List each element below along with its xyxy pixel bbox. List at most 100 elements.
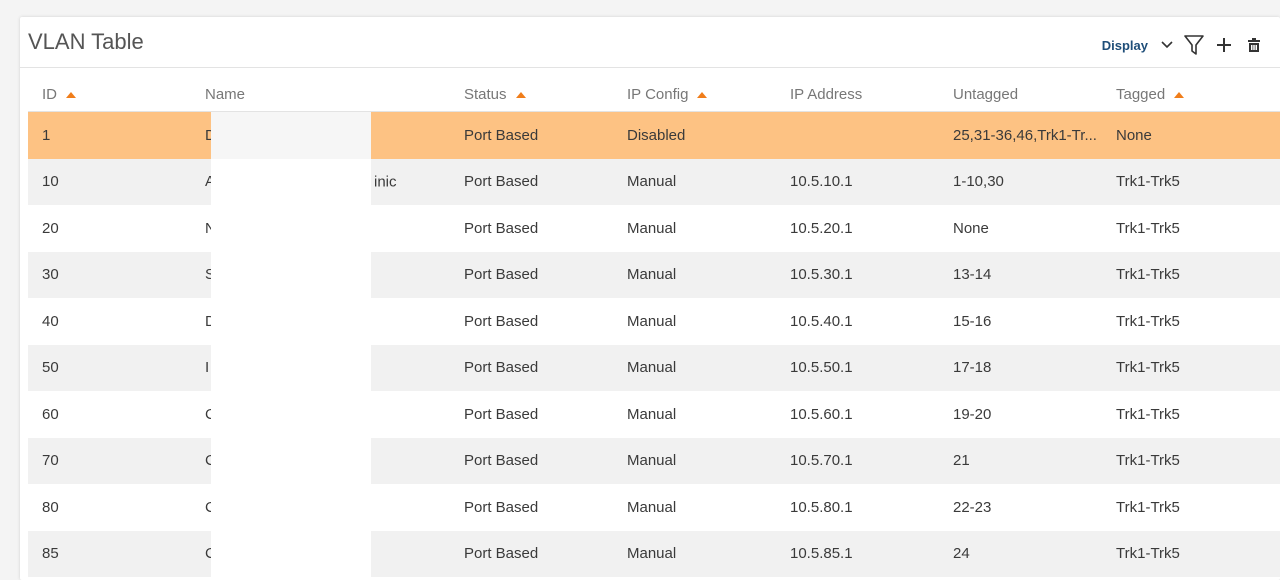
cell-name: I (191, 344, 450, 391)
cell-ip-config: Manual (613, 484, 776, 531)
cell-untagged: 17-18 (939, 344, 1102, 391)
cell-ip-config: Disabled (613, 111, 776, 159)
cell-id: 85 (28, 530, 191, 577)
cell-name: N (191, 205, 450, 252)
cell-status: Port Based (450, 391, 613, 438)
cell-id: 80 (28, 484, 191, 531)
sort-up-icon (66, 91, 76, 98)
column-header-id[interactable]: ID (28, 77, 191, 112)
column-header-status[interactable]: Status (450, 77, 613, 112)
column-header-tagged[interactable]: Tagged (1102, 77, 1280, 112)
cell-tagged: Trk1-Trk5 (1102, 251, 1280, 298)
vlan-table-wrapper: ID Name Status IP Config IP Address Untagged T… (28, 77, 1280, 577)
cell-untagged: 24 (939, 530, 1102, 577)
cell-tagged: None (1102, 111, 1280, 159)
cell-ip-address: 10.5.50.1 (776, 344, 939, 391)
redaction-block (211, 484, 371, 531)
sort-up-icon (697, 91, 708, 98)
cell-name: Ainic (191, 158, 450, 205)
cell-ip-address: 10.5.40.1 (776, 298, 939, 345)
table-row[interactable]: 60CPort BasedManual10.5.60.119-20Trk1-Tr… (28, 391, 1280, 438)
cell-ip-address: 10.5.20.1 (776, 205, 939, 252)
plus-icon[interactable] (1212, 33, 1236, 57)
cell-untagged: None (939, 205, 1102, 252)
cell-untagged: 15-16 (939, 298, 1102, 345)
cell-tagged: Trk1-Trk5 (1102, 344, 1280, 391)
toolbar: Display (1102, 31, 1266, 59)
column-header-ip-address[interactable]: IP Address (776, 77, 939, 112)
vlan-table: ID Name Status IP Config IP Address Untagged T… (28, 77, 1280, 577)
column-header-label: IP Config (627, 85, 689, 103)
table-row[interactable]: 70CPort BasedManual10.5.70.121Trk1-Trk5 (28, 437, 1280, 484)
column-header-label: IP Address (790, 85, 863, 103)
cell-ip-config: Manual (613, 530, 776, 577)
cell-id: 40 (28, 298, 191, 345)
redaction-block (211, 344, 371, 391)
filter-icon[interactable] (1182, 33, 1206, 57)
column-header-label: Untagged (953, 85, 1019, 103)
display-menu-button[interactable]: Display (1102, 38, 1148, 53)
cell-status: Port Based (450, 251, 613, 298)
cell-id: 30 (28, 251, 191, 298)
cell-untagged: 21 (939, 437, 1102, 484)
table-row[interactable]: 30 S Port Based Manual 10.5.30.1 13-14 Trk1-Tr… (28, 251, 1280, 298)
cell-id: 50 (28, 344, 191, 391)
cell-status: Port Based (450, 205, 613, 252)
column-header-label: ID (42, 85, 57, 103)
name-text: I (205, 359, 210, 377)
column-header-name[interactable]: Name (191, 77, 450, 112)
cell-status: Port Based (450, 111, 613, 159)
table-row[interactable]: 80CPort BasedManual10.5.80.122-23Trk1-Tr… (28, 484, 1280, 531)
cell-name: S (191, 251, 450, 298)
redaction-block (211, 112, 371, 159)
cell-untagged: 22-23 (939, 484, 1102, 531)
cell-id: 60 (28, 391, 191, 438)
column-header-ip-config[interactable]: IP Config (613, 77, 776, 112)
cell-ip-config: Manual (613, 158, 776, 205)
cell-status: Port Based (450, 437, 613, 484)
table-row[interactable]: 50 I Port Based Manual 10.5.50.1 17-18 Trk1-Tr… (28, 344, 1280, 391)
cell-status: Port Based (450, 344, 613, 391)
cell-ip-config: Manual (613, 298, 776, 345)
cell-untagged: 19-20 (939, 391, 1102, 438)
redaction-block (211, 530, 371, 577)
cell-ip-address: 10.5.60.1 (776, 391, 939, 438)
cell-ip-config: Manual (613, 251, 776, 298)
cell-ip-address: 10.5.10.1 (776, 158, 939, 205)
sort-up-icon (1174, 91, 1185, 98)
table-row[interactable]: 85CPort BasedManual10.5.85.124Trk1-Trk5 (28, 530, 1280, 577)
cell-ip-address (776, 111, 939, 159)
cell-tagged: Trk1-Trk5 (1102, 298, 1280, 345)
vlan-table-panel: VLAN Table Display ID Name Status IP Con… (20, 17, 1280, 580)
page-title: VLAN Table (28, 29, 144, 54)
cell-name: C (191, 484, 450, 531)
trash-icon[interactable] (1242, 33, 1266, 57)
cell-ip-address: 10.5.30.1 (776, 251, 939, 298)
cell-ip-address: 10.5.70.1 (776, 437, 939, 484)
cell-name: D (191, 298, 450, 345)
cell-tagged: Trk1-Trk5 (1102, 391, 1280, 438)
cell-ip-config: Manual (613, 205, 776, 252)
cell-status: Port Based (450, 530, 613, 577)
cell-tagged: Trk1-Trk5 (1102, 484, 1280, 531)
cell-tagged: Trk1-Trk5 (1102, 437, 1280, 484)
table-row[interactable]: 20NPort BasedManual10.5.20.1NoneTrk1-Trk… (28, 205, 1280, 252)
redaction-block (211, 298, 371, 345)
cell-name: D (191, 111, 450, 159)
cell-untagged: 13-14 (939, 251, 1102, 298)
table-body: 1DPort BasedDisabled25,31-36,46,Trk1-Tr.… (28, 111, 1280, 577)
chevron-down-icon[interactable] (1158, 33, 1176, 57)
column-header-untagged[interactable]: Untagged (939, 77, 1102, 112)
redaction-block (211, 391, 371, 438)
cell-ip-config: Manual (613, 391, 776, 438)
cell-tagged: Trk1-Trk5 (1102, 530, 1280, 577)
table-row[interactable]: 1DPort BasedDisabled 25,31-36,46,Trk1-Tr.… (28, 111, 1280, 159)
cell-untagged: 25,31-36,46,Trk1-Tr... (939, 111, 1102, 159)
table-row[interactable]: 40DPort BasedManual10.5.40.115-16Trk1-Tr… (28, 298, 1280, 345)
table-row[interactable]: 10 Ainic Port Based Manual 10.5.10.1 1-10,30 T… (28, 158, 1280, 205)
cell-name: C (191, 437, 450, 484)
redaction-block (211, 437, 371, 484)
cell-id: 1 (28, 111, 191, 159)
cell-ip-address: 10.5.80.1 (776, 484, 939, 531)
name-suffix-text: inic (374, 173, 397, 191)
